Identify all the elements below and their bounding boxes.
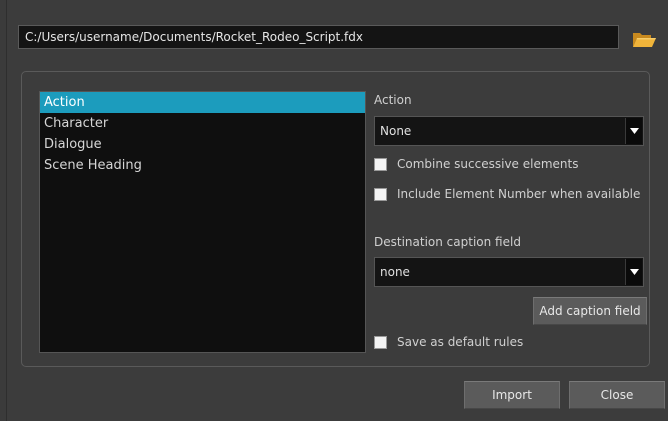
combine-elements-label: Combine successive elements — [397, 157, 579, 171]
action-label: Action — [374, 93, 412, 107]
action-dropdown-value: None — [380, 124, 412, 138]
destination-caption-label: Destination caption field — [374, 235, 521, 249]
chevron-down-icon[interactable] — [625, 259, 642, 285]
destination-caption-dropdown[interactable]: none — [374, 257, 644, 287]
save-default-rules-row[interactable]: Save as default rules — [374, 335, 523, 349]
combine-elements-row[interactable]: Combine successive elements — [374, 157, 578, 171]
element-type-list[interactable]: Action Character Dialogue Scene Heading — [39, 91, 366, 353]
close-button[interactable]: Close — [569, 381, 665, 409]
add-caption-field-button[interactable]: Add caption field — [533, 297, 647, 325]
browse-folder-button[interactable] — [627, 23, 661, 55]
save-default-rules-checkbox[interactable] — [374, 335, 387, 349]
include-element-number-label: Include Element Number when available — [397, 187, 641, 201]
chevron-down-icon[interactable] — [625, 118, 642, 144]
destination-dropdown-value: none — [380, 265, 410, 279]
list-item-scene-heading[interactable]: Scene Heading — [40, 155, 365, 176]
folder-open-icon — [633, 33, 656, 47]
include-element-number-row[interactable]: Include Element Number when available — [374, 187, 640, 201]
list-item-character[interactable]: Character — [40, 113, 365, 134]
save-default-rules-label: Save as default rules — [397, 335, 524, 349]
file-path-field[interactable]: C:/Users/username/Documents/Rocket_Rodeo… — [18, 25, 619, 49]
combine-elements-checkbox[interactable] — [374, 157, 387, 171]
list-item-action[interactable]: Action — [40, 92, 365, 113]
list-item-dialogue[interactable]: Dialogue — [40, 134, 365, 155]
include-element-number-checkbox[interactable] — [374, 187, 387, 201]
import-button[interactable]: Import — [464, 381, 560, 409]
action-dropdown[interactable]: None — [374, 116, 644, 146]
